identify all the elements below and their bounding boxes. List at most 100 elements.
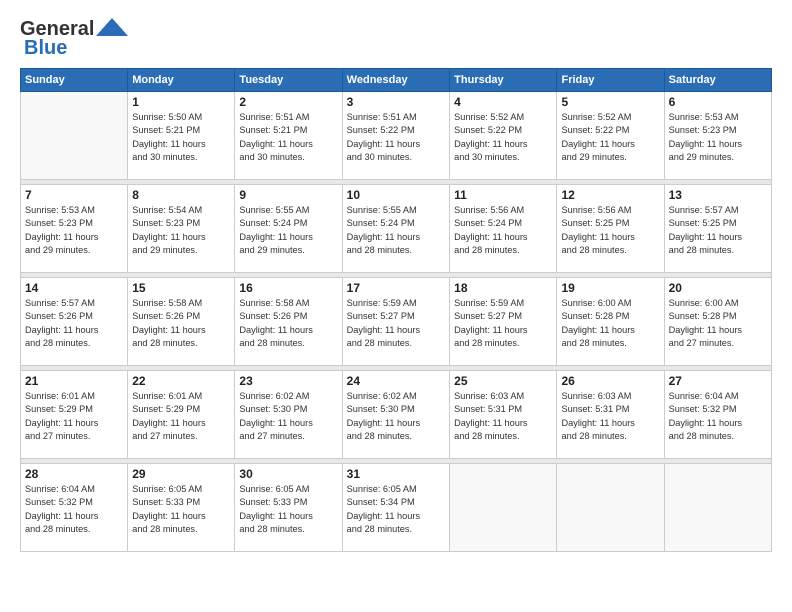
calendar-cell: 12 Sunrise: 5:56 AMSunset: 5:25 PMDayligh… [557, 185, 664, 273]
calendar-week-1: 7 Sunrise: 5:53 AMSunset: 5:23 PMDaylight… [21, 185, 772, 273]
day-number: 30 [239, 467, 337, 481]
day-info: Sunrise: 5:54 AMSunset: 5:23 PMDaylight:… [132, 204, 230, 257]
day-info: Sunrise: 5:57 AMSunset: 5:26 PMDaylight:… [25, 297, 123, 350]
calendar-table: SundayMondayTuesdayWednesdayThursdayFrid… [20, 68, 772, 552]
calendar-week-3: 21 Sunrise: 6:01 AMSunset: 5:29 PMDayligh… [21, 371, 772, 459]
logo-icon [96, 18, 128, 36]
calendar-cell: 22Sunrise: 6:01 AMSunset: 5:29 PMDayligh… [128, 371, 235, 459]
day-info: Sunrise: 6:03 AMSunset: 5:31 PMDaylight:… [561, 390, 659, 443]
day-number: 28 [25, 467, 123, 481]
calendar-cell: 20 Sunrise: 6:00 AMSunset: 5:28 PMDayligh… [664, 278, 771, 366]
calendar-header-row: SundayMondayTuesdayWednesdayThursdayFrid… [21, 69, 772, 92]
day-number: 26 [561, 374, 659, 388]
day-info: Sunrise: 5:58 AMSunset: 5:26 PMDaylight:… [239, 297, 337, 350]
calendar-header-sunday: Sunday [21, 69, 128, 92]
day-number: 17 [347, 281, 445, 295]
calendar-header-thursday: Thursday [450, 69, 557, 92]
day-info: Sunrise: 5:52 AMSunset: 5:22 PMDaylight:… [561, 111, 659, 164]
day-number: 19 [561, 281, 659, 295]
day-info: Sunrise: 6:04 AMSunset: 5:32 PMDaylight:… [25, 483, 123, 536]
day-number: 8 [132, 188, 230, 202]
calendar-cell [21, 92, 128, 180]
day-number: 10 [347, 188, 445, 202]
day-number: 31 [347, 467, 445, 481]
calendar-cell: 2 Sunrise: 5:51 AMSunset: 5:21 PMDaylight… [235, 92, 342, 180]
calendar-cell: 24 Sunrise: 6:02 AMSunset: 5:30 PMDayligh… [342, 371, 449, 459]
calendar-cell: 15 Sunrise: 5:58 AMSunset: 5:26 PMDayligh… [128, 278, 235, 366]
calendar-cell: 30 Sunrise: 6:05 AMSunset: 5:33 PMDayligh… [235, 464, 342, 552]
calendar-cell: 18 Sunrise: 5:59 AMSunset: 5:27 PMDayligh… [450, 278, 557, 366]
day-number: 22 [132, 374, 230, 388]
calendar-cell: 19 Sunrise: 6:00 AMSunset: 5:28 PMDayligh… [557, 278, 664, 366]
day-number: 21 [25, 374, 123, 388]
calendar-cell: 31 Sunrise: 6:05 AMSunset: 5:34 PMDayligh… [342, 464, 449, 552]
day-number: 11 [454, 188, 552, 202]
calendar-cell: 8 Sunrise: 5:54 AMSunset: 5:23 PMDaylight… [128, 185, 235, 273]
calendar-cell: 10Sunrise: 5:55 AMSunset: 5:24 PMDayligh… [342, 185, 449, 273]
day-info: Sunrise: 6:00 AMSunset: 5:28 PMDaylight:… [561, 297, 659, 350]
day-info: Sunrise: 5:59 AMSunset: 5:27 PMDaylight:… [347, 297, 445, 350]
day-info: Sunrise: 5:52 AMSunset: 5:22 PMDaylight:… [454, 111, 552, 164]
day-number: 23 [239, 374, 337, 388]
calendar-cell: 11Sunrise: 5:56 AMSunset: 5:24 PMDayligh… [450, 185, 557, 273]
day-info: Sunrise: 5:59 AMSunset: 5:27 PMDaylight:… [454, 297, 552, 350]
day-info: Sunrise: 6:05 AMSunset: 5:33 PMDaylight:… [132, 483, 230, 536]
day-info: Sunrise: 5:53 AMSunset: 5:23 PMDaylight:… [669, 111, 767, 164]
day-info: Sunrise: 6:05 AMSunset: 5:33 PMDaylight:… [239, 483, 337, 536]
day-number: 1 [132, 95, 230, 109]
calendar-cell: 7 Sunrise: 5:53 AMSunset: 5:23 PMDaylight… [21, 185, 128, 273]
day-number: 16 [239, 281, 337, 295]
day-info: Sunrise: 5:53 AMSunset: 5:23 PMDaylight:… [25, 204, 123, 257]
day-number: 7 [25, 188, 123, 202]
header: General Blue [20, 18, 772, 60]
day-info: Sunrise: 6:02 AMSunset: 5:30 PMDaylight:… [239, 390, 337, 443]
day-number: 2 [239, 95, 337, 109]
calendar-header-friday: Friday [557, 69, 664, 92]
calendar-cell: 9 Sunrise: 5:55 AMSunset: 5:24 PMDaylight… [235, 185, 342, 273]
day-number: 13 [669, 188, 767, 202]
day-number: 29 [132, 467, 230, 481]
day-number: 24 [347, 374, 445, 388]
day-info: Sunrise: 5:51 AMSunset: 5:21 PMDaylight:… [239, 111, 337, 164]
day-number: 27 [669, 374, 767, 388]
calendar-cell: 14 Sunrise: 5:57 AMSunset: 5:26 PMDayligh… [21, 278, 128, 366]
day-number: 18 [454, 281, 552, 295]
calendar-cell: 26 Sunrise: 6:03 AMSunset: 5:31 PMDayligh… [557, 371, 664, 459]
calendar-header-saturday: Saturday [664, 69, 771, 92]
day-info: Sunrise: 5:55 AMSunset: 5:24 PMDaylight:… [239, 204, 337, 257]
day-info: Sunrise: 5:58 AMSunset: 5:26 PMDaylight:… [132, 297, 230, 350]
calendar-cell: 13Sunrise: 5:57 AMSunset: 5:25 PMDayligh… [664, 185, 771, 273]
calendar-cell [664, 464, 771, 552]
day-number: 15 [132, 281, 230, 295]
day-number: 20 [669, 281, 767, 295]
calendar-header-monday: Monday [128, 69, 235, 92]
day-number: 12 [561, 188, 659, 202]
day-number: 5 [561, 95, 659, 109]
day-number: 6 [669, 95, 767, 109]
calendar-week-2: 14 Sunrise: 5:57 AMSunset: 5:26 PMDayligh… [21, 278, 772, 366]
calendar-cell: 25Sunrise: 6:03 AMSunset: 5:31 PMDayligh… [450, 371, 557, 459]
day-info: Sunrise: 5:56 AMSunset: 5:25 PMDaylight:… [561, 204, 659, 257]
day-number: 3 [347, 95, 445, 109]
calendar-header-tuesday: Tuesday [235, 69, 342, 92]
calendar-cell: 28 Sunrise: 6:04 AMSunset: 5:32 PMDayligh… [21, 464, 128, 552]
day-info: Sunrise: 6:05 AMSunset: 5:34 PMDaylight:… [347, 483, 445, 536]
day-number: 14 [25, 281, 123, 295]
calendar-week-0: 1 Sunrise: 5:50 AMSunset: 5:21 PMDaylight… [21, 92, 772, 180]
day-info: Sunrise: 6:02 AMSunset: 5:30 PMDaylight:… [347, 390, 445, 443]
calendar-cell: 27 Sunrise: 6:04 AMSunset: 5:32 PMDayligh… [664, 371, 771, 459]
day-number: 9 [239, 188, 337, 202]
day-info: Sunrise: 6:03 AMSunset: 5:31 PMDaylight:… [454, 390, 552, 443]
calendar-cell: 23 Sunrise: 6:02 AMSunset: 5:30 PMDayligh… [235, 371, 342, 459]
logo: General Blue [20, 18, 128, 60]
calendar-cell: 5 Sunrise: 5:52 AMSunset: 5:22 PMDaylight… [557, 92, 664, 180]
calendar-header-wednesday: Wednesday [342, 69, 449, 92]
day-number: 4 [454, 95, 552, 109]
calendar-cell: 3Sunrise: 5:51 AMSunset: 5:22 PMDaylight… [342, 92, 449, 180]
day-info: Sunrise: 6:04 AMSunset: 5:32 PMDaylight:… [669, 390, 767, 443]
calendar-cell: 21 Sunrise: 6:01 AMSunset: 5:29 PMDayligh… [21, 371, 128, 459]
day-info: Sunrise: 5:50 AMSunset: 5:21 PMDaylight:… [132, 111, 230, 164]
page: General Blue SundayMondayTuesdayWednesda… [0, 0, 792, 612]
day-info: Sunrise: 6:00 AMSunset: 5:28 PMDaylight:… [669, 297, 767, 350]
day-info: Sunrise: 6:01 AMSunset: 5:29 PMDaylight:… [25, 390, 123, 443]
